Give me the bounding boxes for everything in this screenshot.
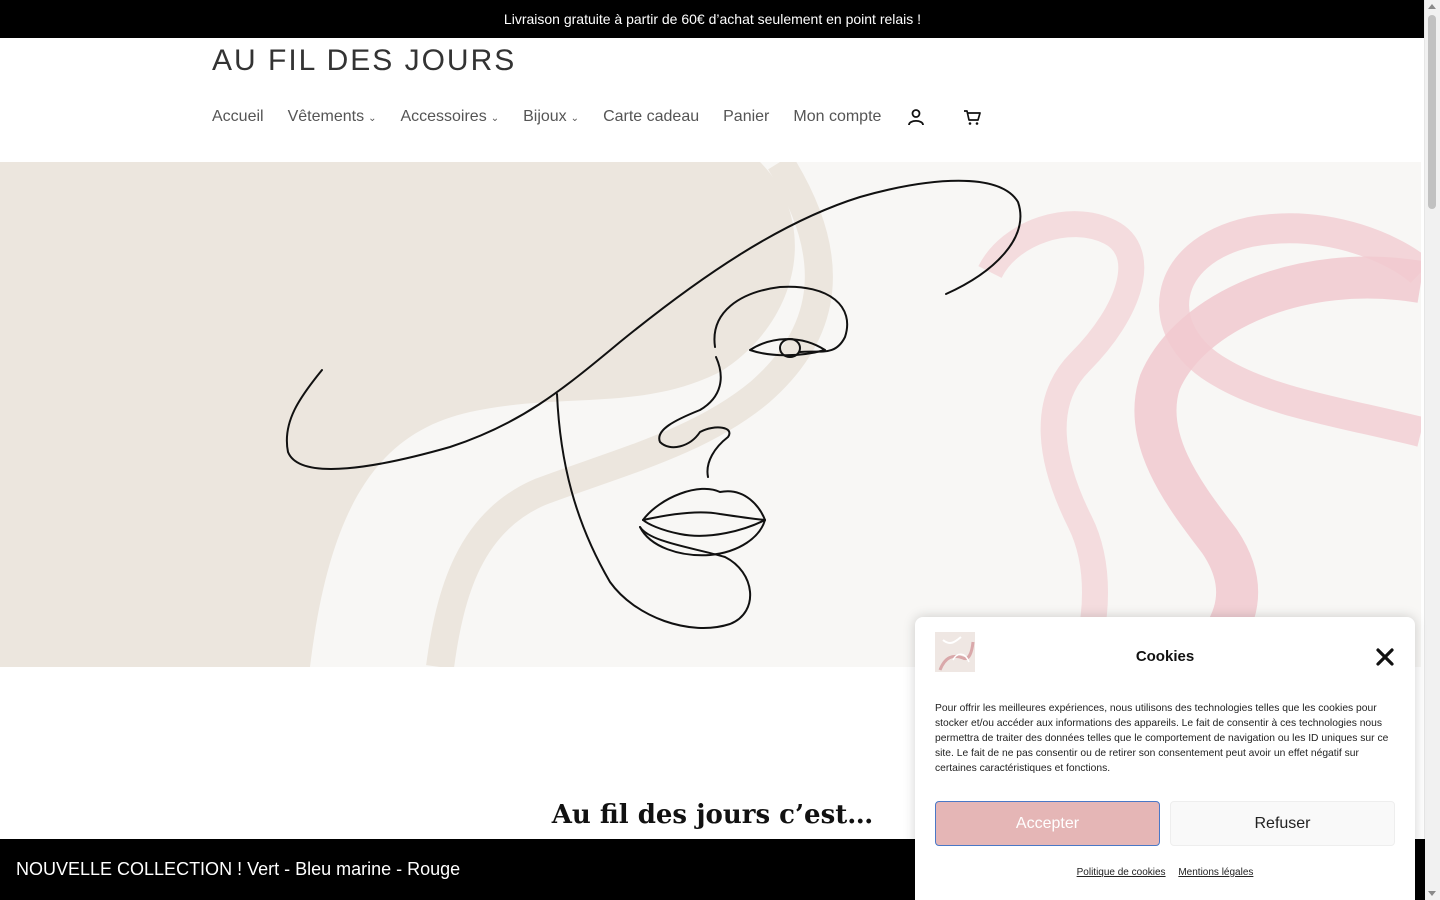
user-icon[interactable] (905, 106, 927, 128)
nav-item-mon-compte[interactable]: Mon compte (793, 108, 881, 126)
scrollbar[interactable] (1424, 0, 1440, 900)
nav-item-label: Accueil (212, 108, 264, 125)
nav-item-label: Vêtements (287, 108, 365, 125)
collection-banner-text: NOUVELLE COLLECTION ! Vert - Bleu marine… (16, 859, 461, 879)
scroll-up-arrow-icon[interactable] (1428, 4, 1436, 9)
scroll-down-arrow-icon[interactable] (1428, 891, 1436, 896)
cookie-consent-dialog: Cookies Pour offrir les meilleures expér… (915, 617, 1415, 900)
cookie-dialog-text: Pour offrir les meilleures expériences, … (935, 703, 1389, 774)
announcement-bar: Livraison gratuite à partir de 60€ d’ach… (0, 0, 1425, 38)
nav-item-bijoux[interactable]: Bijoux ⌄ (523, 108, 579, 126)
site-title[interactable]: AU FIL DES JOURS (212, 44, 516, 78)
hero-line-art-illustration (0, 162, 1421, 667)
chevron-down-icon: ⌄ (570, 112, 580, 124)
nav-item-vetements[interactable]: Vêtements ⌄ (288, 108, 377, 126)
nav-item-label: Accessoires (400, 108, 487, 125)
cookie-policy-link[interactable]: Politique de cookies (1077, 867, 1166, 878)
close-icon[interactable] (1375, 647, 1395, 667)
legal-notice-link[interactable]: Mentions légales (1178, 867, 1253, 878)
cookie-dialog-title: Cookies (1135, 648, 1195, 665)
nav-item-panier[interactable]: Panier (723, 108, 769, 126)
chevron-down-icon: ⌄ (368, 112, 377, 124)
chevron-down-icon: ⌄ (490, 112, 500, 124)
nav-item-accessoires[interactable]: Accessoires ⌄ (400, 108, 499, 126)
hero-banner (0, 162, 1421, 667)
main-navigation: Accueil Vêtements ⌄ Accessoires ⌄ Bijoux… (212, 106, 1017, 128)
nav-item-carte-cadeau[interactable]: Carte cadeau (603, 108, 699, 126)
cart-icon[interactable] (961, 106, 983, 128)
scrollbar-thumb[interactable] (1428, 15, 1436, 209)
cookie-links: Politique de cookies Mentions légales (915, 867, 1415, 878)
announcement-text: Livraison gratuite à partir de 60€ d’ach… (503, 11, 922, 27)
nav-item-label: Panier (723, 108, 770, 125)
nav-item-accueil[interactable]: Accueil (212, 108, 264, 126)
nav-item-label: Bijoux (523, 108, 567, 125)
accept-button[interactable]: Accepter (935, 801, 1160, 846)
refuse-button[interactable]: Refuser (1170, 801, 1395, 846)
nav-item-label: Mon compte (793, 108, 882, 125)
nav-item-label: Carte cadeau (603, 108, 700, 125)
